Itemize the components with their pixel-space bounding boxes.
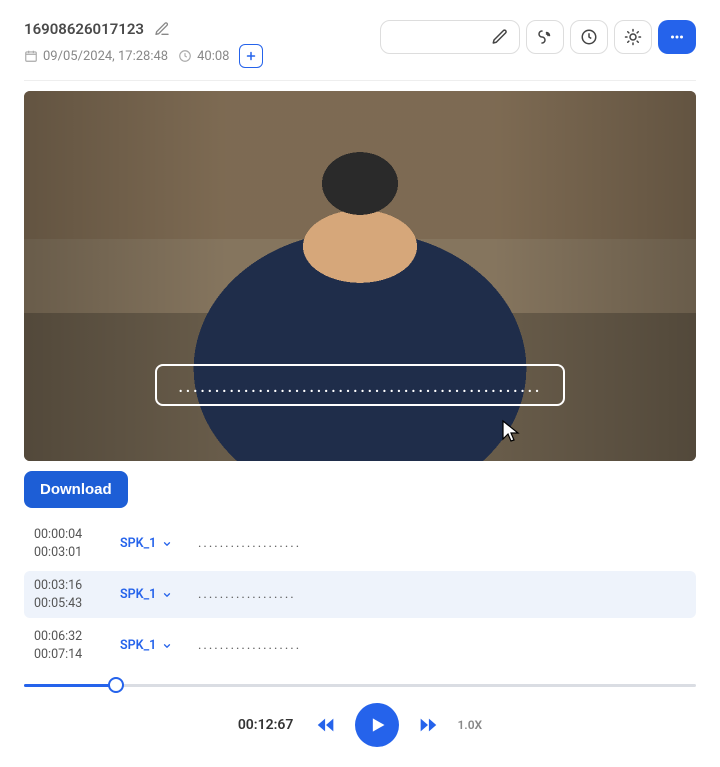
date-text: 09/05/2024, 17:28:48 (43, 49, 168, 64)
duration-meta: 40:08 (178, 49, 229, 64)
more-menu-button[interactable] (658, 20, 696, 54)
sun-icon (624, 28, 642, 46)
download-button[interactable]: Download (24, 471, 128, 508)
speaker-rate-button[interactable] (526, 20, 564, 54)
segment-times: 00:06:3200:07:14 (34, 628, 102, 663)
segment-times: 00:00:0400:03:01 (34, 526, 102, 561)
cursor-icon (501, 419, 521, 443)
plus-icon (245, 50, 257, 62)
segment-times: 00:03:1600:05:43 (34, 577, 102, 612)
add-button[interactable] (239, 44, 263, 68)
note-input[interactable] (380, 20, 520, 54)
speaker-label: SPK_1 (120, 638, 156, 653)
edit-title-icon[interactable] (154, 21, 170, 37)
segment-start: 00:06:32 (34, 628, 102, 646)
date-meta: 09/05/2024, 17:28:48 (24, 49, 168, 64)
play-icon (367, 715, 387, 735)
speaker-select[interactable]: SPK_1 (120, 587, 180, 602)
transcript-segment[interactable]: 00:06:3200:07:14 SPK_1................... (24, 622, 696, 669)
transcript-segment[interactable]: 00:03:1600:05:43 SPK_1.................. (24, 571, 696, 618)
forward-icon (417, 714, 439, 736)
segment-end: 00:03:01 (34, 544, 102, 562)
chevron-down-icon (162, 641, 172, 651)
clock-icon (580, 28, 598, 46)
clock-icon (178, 49, 192, 63)
transcript-segment[interactable]: 00:00:0400:03:01 SPK_1................... (24, 520, 696, 567)
chevron-down-icon (162, 539, 172, 549)
seek-thumb[interactable] (108, 677, 124, 693)
current-time: 00:12:67 (238, 717, 294, 733)
segment-start: 00:00:04 (34, 526, 102, 544)
theme-button[interactable] (614, 20, 652, 54)
speaker-select[interactable]: SPK_1 (120, 638, 180, 653)
forward-button[interactable] (417, 714, 439, 736)
play-button[interactable] (355, 703, 399, 747)
video-player[interactable]: ........................................… (24, 91, 696, 461)
more-horizontal-icon (668, 28, 686, 46)
playback-rate[interactable]: 1.0X (457, 718, 482, 732)
history-button[interactable] (570, 20, 608, 54)
transcript-list: 00:00:0400:03:01 SPK_1...................… (24, 520, 696, 669)
seek-bar[interactable] (24, 675, 696, 695)
chevron-down-icon (162, 590, 172, 600)
rewind-icon (315, 714, 337, 736)
segment-text: ................... (198, 638, 301, 653)
pencil-icon (491, 28, 509, 46)
speaker-label: SPK_1 (120, 587, 156, 602)
rewind-button[interactable] (315, 714, 337, 736)
caption-input[interactable]: ........................................… (155, 364, 565, 406)
speaker-select[interactable]: SPK_1 (120, 536, 180, 551)
segment-end: 00:07:14 (34, 646, 102, 664)
segment-text: ................... (198, 536, 301, 551)
segment-end: 00:05:43 (34, 595, 102, 613)
segment-start: 00:03:16 (34, 577, 102, 595)
caption-placeholder: ........................................… (178, 373, 542, 397)
speaker-label: SPK_1 (120, 536, 156, 551)
seek-track (24, 684, 696, 687)
calendar-icon (24, 49, 38, 63)
segment-text: .................. (198, 587, 296, 602)
duration-text: 40:08 (197, 49, 229, 64)
waveform-icon (536, 28, 554, 46)
document-id: 16908626017123 (24, 20, 144, 38)
seek-progress (24, 684, 111, 687)
